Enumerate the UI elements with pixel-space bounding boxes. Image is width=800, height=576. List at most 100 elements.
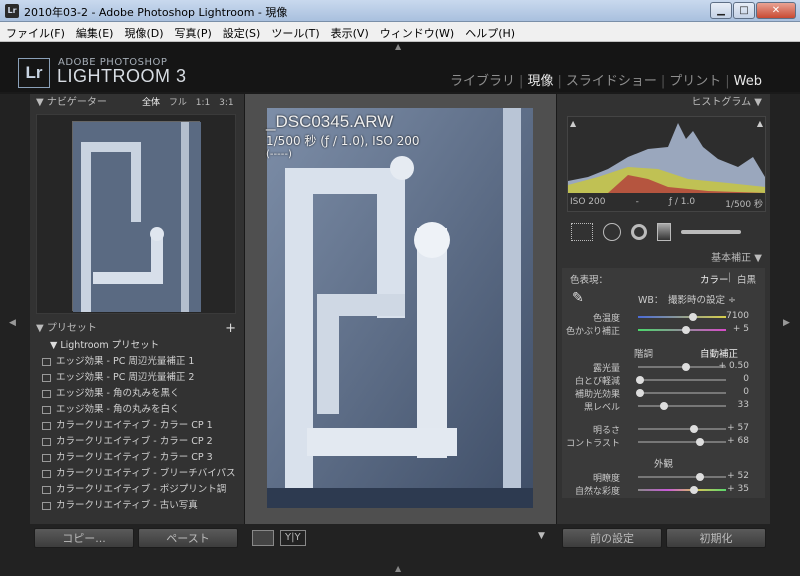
app-icon: Lr <box>5 4 19 18</box>
window-title: 2010年03-2 - Adobe Photoshop Lightroom - … <box>24 6 288 19</box>
slider-knob <box>690 486 699 494</box>
highlight-clipping-icon[interactable]: ▲ <box>757 119 763 128</box>
right-panel-toggle-icon[interactable]: ▶ <box>783 318 790 328</box>
menu-file[interactable]: ファイル(F) <box>0 22 70 42</box>
preset-item[interactable]: カラークリエイティブ - ブリーチバイパス <box>30 466 244 482</box>
red-eye-icon[interactable] <box>631 224 647 240</box>
loupe-view-icon[interactable] <box>252 530 274 546</box>
slider-knob <box>660 402 669 410</box>
adjustment-brush-icon[interactable] <box>681 230 741 234</box>
photo-lens: (-----) <box>266 149 292 160</box>
preset-item[interactable]: エッジ効果 - 角の丸みを白く <box>30 402 244 418</box>
slider-blacks[interactable]: 黒レベル 33 <box>562 399 765 413</box>
presets-panel: ▼ プリセット + ▼ Lightroom プリセット エッジ効果 - PC 周… <box>30 320 244 514</box>
navigator-header[interactable]: ▼ ナビゲーター 全体 フル 1:1 3:1 ÷ <box>30 94 244 126</box>
slider-knob <box>635 376 644 384</box>
slider-knob <box>695 473 704 481</box>
module-library[interactable]: ライブラリ <box>446 74 519 89</box>
preset-item[interactable]: カラークリエイティブ - カラー CP 3 <box>30 450 244 466</box>
add-preset-icon[interactable]: + <box>225 320 236 338</box>
preset-icon <box>42 358 51 366</box>
menu-view[interactable]: 表示(V) <box>325 22 374 42</box>
preset-item[interactable]: カラークリエイティブ - カラー CP 1 <box>30 418 244 434</box>
tone-title: 階調 <box>634 349 654 360</box>
navigator-thumbnail[interactable] <box>72 121 201 312</box>
module-picker: ライブラリ | 現像 | スライドショー | プリント | Web <box>446 70 766 89</box>
toolbar-menu-icon[interactable]: ▼ <box>538 531 545 541</box>
module-print[interactable]: プリント <box>665 74 725 89</box>
minimize-button[interactable]: ▁ <box>710 2 732 19</box>
top-panel-toggle-icon[interactable]: ▲ <box>395 42 401 51</box>
module-web[interactable]: Web <box>730 74 766 89</box>
reset-button[interactable]: 初期化 <box>666 528 766 548</box>
wb-select[interactable]: 撮影時の設定 ÷ <box>668 292 736 306</box>
module-slideshow[interactable]: スライドショー <box>562 74 661 89</box>
module-develop[interactable]: 現像 <box>523 74 557 89</box>
menu-bar: ファイル(F) 編集(E) 現像(D) 写真(P) 設定(S) ツール(T) 表示(V) ウィ… <box>0 22 800 42</box>
menu-develop[interactable]: 現像(D) <box>118 22 168 42</box>
slider-knob <box>682 363 691 371</box>
preset-item[interactable]: エッジ効果 - PC 周辺光量補正 1 <box>30 354 244 370</box>
basic-content: 色表現： カラー | 白黒 ✎ WB： 撮影時の設定 ÷ 色温度 7100 色かぶ… <box>562 268 765 498</box>
maximize-button[interactable]: □ <box>733 2 755 19</box>
slider-contrast[interactable]: コントラスト + 68 <box>562 435 765 449</box>
slider-tint[interactable]: 色かぶり補正 + 5 <box>562 323 765 337</box>
slider-temperature[interactable]: 色温度 7100 <box>562 310 765 324</box>
group-triangle-icon: ▼ <box>50 340 58 351</box>
preset-group[interactable]: ▼ Lightroom プリセット <box>30 338 244 354</box>
zoom-fill[interactable]: フル <box>169 98 187 108</box>
slider-vibrance[interactable]: 自然な彩度 + 35 <box>562 483 765 497</box>
menu-photo[interactable]: 写真(P) <box>169 22 217 42</box>
slider-clarity[interactable]: 明瞭度 + 52 <box>562 470 765 484</box>
tool-strip <box>567 219 766 245</box>
main-photo[interactable] <box>267 108 533 508</box>
preset-item[interactable]: エッジ効果 - 角の丸みを黒く <box>30 386 244 402</box>
slider-fill-light[interactable]: 補助光効果 0 <box>562 386 765 400</box>
close-button[interactable]: ✕ <box>756 2 796 19</box>
zoom-1-1[interactable]: 1:1 <box>196 98 210 108</box>
slider-exposure[interactable]: 露光量 + 0.50 <box>562 360 765 374</box>
graduated-filter-icon[interactable] <box>657 223 671 241</box>
menu-help[interactable]: ヘルプ(H) <box>459 22 520 42</box>
preset-item[interactable]: カラークリエイティブ - 古い写真 <box>30 498 244 514</box>
auto-tone-button[interactable]: 自動補正 <box>700 346 738 360</box>
treatment-bw-button[interactable]: 白黒 <box>737 272 756 286</box>
crop-tool-icon[interactable] <box>571 223 593 241</box>
preset-icon <box>42 470 51 478</box>
brand-name: LIGHTROOM 3 <box>57 66 187 86</box>
shadow-clipping-icon[interactable]: ▲ <box>570 119 576 128</box>
preset-icon <box>42 390 51 398</box>
left-panel-toggle-icon[interactable]: ◀ <box>9 318 16 328</box>
wb-eyedropper-icon[interactable]: ✎ <box>572 290 584 306</box>
menu-tools[interactable]: ツール(T) <box>265 22 324 42</box>
before-after-button[interactable]: Y|Y <box>280 530 306 546</box>
preset-group-label: Lightroom プリセット <box>60 340 160 351</box>
filmstrip-toggle-icon[interactable]: ▲ <box>395 564 401 573</box>
menu-settings[interactable]: 設定(S) <box>217 22 266 42</box>
basic-header[interactable]: 基本補正 ▼ <box>557 250 770 268</box>
slider-knob <box>635 389 644 397</box>
preset-icon <box>42 454 51 462</box>
preset-item[interactable]: カラークリエイティブ - ポジプリント調 <box>30 482 244 498</box>
histogram-header[interactable]: ヒストグラム ▼ <box>557 94 770 112</box>
wb-row: ✎ WB： 撮影時の設定 ÷ <box>562 286 765 310</box>
presets-title: プリセット <box>46 323 97 334</box>
basic-panel: 基本補正 ▼ 色表現： カラー | 白黒 ✎ WB： 撮影時の設定 ÷ 色温度 7… <box>557 250 770 498</box>
preset-item[interactable]: エッジ効果 - PC 周辺光量補正 2 <box>30 370 244 386</box>
copy-button[interactable]: コピー... <box>34 528 134 548</box>
slider-knob <box>690 425 699 433</box>
treatment-color-button[interactable]: カラー <box>700 272 729 286</box>
paste-button[interactable]: ペースト <box>138 528 238 548</box>
preset-item[interactable]: カラークリエイティブ - カラー CP 2 <box>30 434 244 450</box>
menu-window[interactable]: ウィンドウ(W) <box>374 22 459 42</box>
presets-header[interactable]: ▼ プリセット + <box>30 320 244 338</box>
menu-edit[interactable]: 編集(E) <box>70 22 119 42</box>
preset-icon <box>42 438 51 446</box>
basic-title: 基本補正 <box>711 253 752 264</box>
slider-recovery[interactable]: 白とび軽減 0 <box>562 373 765 387</box>
presence-title: 外観 <box>653 459 673 470</box>
spot-removal-icon[interactable] <box>603 223 621 241</box>
slider-brightness[interactable]: 明るさ + 57 <box>562 422 765 436</box>
previous-settings-button[interactable]: 前の設定 <box>562 528 662 548</box>
zoom-fit[interactable]: 全体 <box>142 98 160 108</box>
